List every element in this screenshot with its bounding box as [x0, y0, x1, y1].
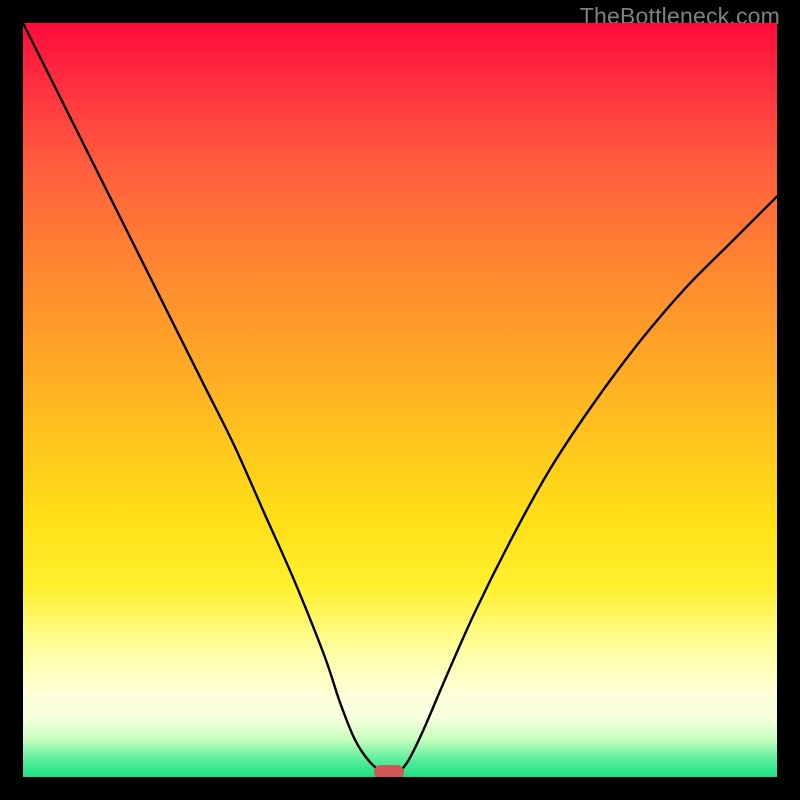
optimum-marker: [374, 765, 404, 777]
plot-area: [23, 23, 777, 777]
bottleneck-curve: [23, 23, 777, 777]
chart-frame: TheBottleneck.com: [0, 0, 800, 800]
